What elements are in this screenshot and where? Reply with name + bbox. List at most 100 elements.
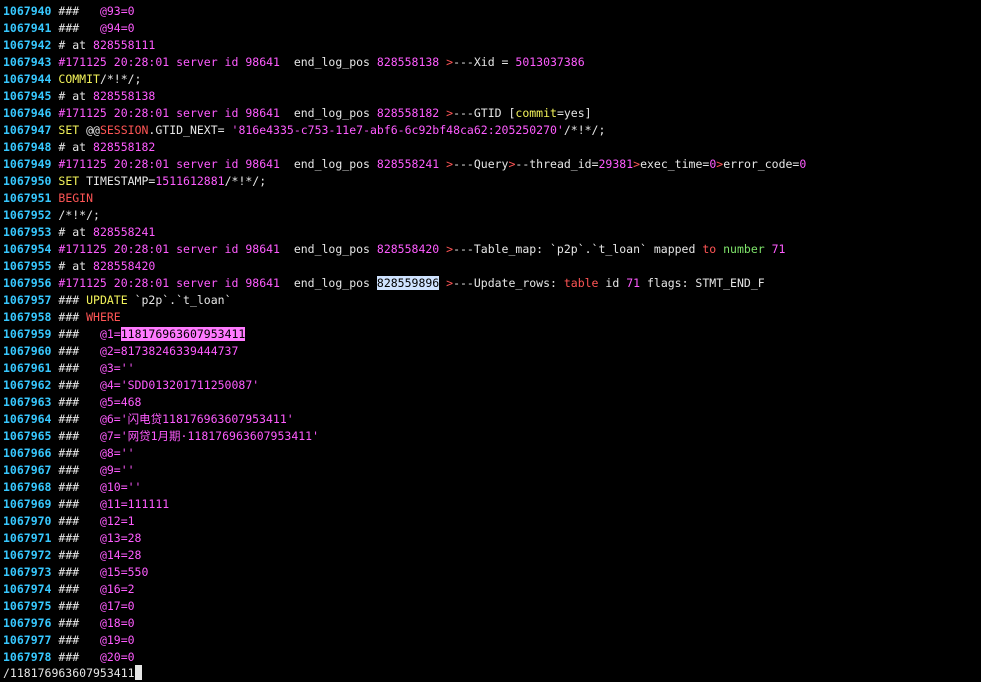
code-segment: ### <box>51 480 100 494</box>
code-segment: > <box>439 55 454 69</box>
code-segment: /*!*/; <box>51 208 100 222</box>
buffer-line[interactable]: 1067952 /*!*/; <box>3 207 981 224</box>
code-segment: @17=0 <box>99 599 135 613</box>
buffer-line[interactable]: 1067971 ### @13=28 <box>3 530 981 547</box>
line-number: 1067970 <box>3 514 52 528</box>
code-segment: to <box>702 242 717 256</box>
buffer-line[interactable]: 1067967 ### @9='' <box>3 462 981 479</box>
code-segment: @10='' <box>99 480 142 494</box>
text-cursor <box>134 665 142 680</box>
code-segment: @2=81738246339444737 <box>99 344 239 358</box>
line-number: 1067975 <box>3 599 52 613</box>
code-segment: 828558138 <box>376 55 440 69</box>
buffer-line[interactable]: 1067964 ### @6='闪电贷118176963607953411' <box>3 411 981 428</box>
buffer-line[interactable]: 1067972 ### @14=28 <box>3 547 981 564</box>
code-segment: @15=550 <box>99 565 149 579</box>
code-segment: 71 <box>764 242 786 256</box>
buffer-line[interactable]: 1067977 ### @19=0 <box>3 632 981 649</box>
code-segment: end_log_pos <box>279 157 377 171</box>
buffer-line[interactable]: 1067944 COMMIT/*!*/; <box>3 71 981 88</box>
line-number: 1067977 <box>3 633 52 647</box>
buffer-line[interactable]: 1067976 ### @18=0 <box>3 615 981 632</box>
code-segment: @94=0 <box>99 21 135 35</box>
buffer-line[interactable]: 1067960 ### @2=81738246339444737 <box>3 343 981 360</box>
buffer-line[interactable]: 1067968 ### @10='' <box>3 479 981 496</box>
code-segment: # at <box>51 89 94 103</box>
buffer-line[interactable]: 1067962 ### @4='SDD013201711250087' <box>3 377 981 394</box>
code-segment: 828558138 <box>93 89 156 103</box>
line-number: 1067950 <box>3 174 52 188</box>
buffer-line[interactable]: 1067959 ### @1=118176963607953411 <box>3 326 981 343</box>
buffer-line[interactable]: 1067954 #171125 20:28:01 server id 98641… <box>3 241 981 258</box>
code-segment: 828558241 <box>376 157 440 171</box>
code-segment: ### <box>51 412 100 426</box>
buffer-line[interactable]: 1067975 ### @17=0 <box>3 598 981 615</box>
buffer-line[interactable]: 1067949 #171125 20:28:01 server id 98641… <box>3 156 981 173</box>
buffer-line[interactable]: 1067943 #171125 20:28:01 server id 98641… <box>3 54 981 71</box>
search-command-text: /118176963607953411 <box>3 666 135 680</box>
line-number: 1067961 <box>3 361 52 375</box>
buffer-line[interactable]: 1067948 # at 828558182 <box>3 139 981 156</box>
buffer-line[interactable]: 1067951 BEGIN <box>3 190 981 207</box>
buffer-line[interactable]: 1067969 ### @11=111111 <box>3 496 981 513</box>
line-number: 1067968 <box>3 480 52 494</box>
code-segment: 828558182 <box>93 140 156 154</box>
line-number: 1067959 <box>3 327 52 341</box>
vim-text-buffer[interactable]: 1067940 ### @93=0 1067941 ### @94=0 106794… <box>3 3 981 666</box>
buffer-line[interactable]: 1067956 #171125 20:28:01 server id 98641… <box>3 275 981 292</box>
code-segment: commit <box>515 106 557 120</box>
code-segment: @93=0 <box>99 4 135 18</box>
terminal-window[interactable]: 1067940 ### @93=0 1067941 ### @94=0 106794… <box>0 0 981 682</box>
buffer-line[interactable]: 1067942 # at 828558111 <box>3 37 981 54</box>
line-number: 1067966 <box>3 446 52 460</box>
buffer-line[interactable]: 1067970 ### @12=1 <box>3 513 981 530</box>
buffer-line[interactable]: 1067950 SET TIMESTAMP=1511612881/*!*/; <box>3 173 981 190</box>
buffer-line[interactable]: 1067957 ### UPDATE `p2p`.`t_loan` <box>3 292 981 309</box>
line-number: 1067947 <box>3 123 52 137</box>
buffer-line[interactable]: 1067947 SET @@SESSION.GTID_NEXT= '816e43… <box>3 122 981 139</box>
line-number: 1067952 <box>3 208 52 222</box>
buffer-line[interactable]: 1067978 ### @20=0 <box>3 649 981 666</box>
buffer-line[interactable]: 1067961 ### @3='' <box>3 360 981 377</box>
code-segment: end_log_pos <box>279 106 377 120</box>
buffer-line[interactable]: 1067965 ### @7='网贷1月期·118176963607953411… <box>3 428 981 445</box>
code-segment: 98641 <box>245 106 280 120</box>
code-segment: ### <box>51 293 87 307</box>
code-segment: @13=28 <box>99 531 142 545</box>
code-segment: #171125 20:28:01 server id <box>51 55 246 69</box>
code-segment: # at <box>51 225 94 239</box>
line-number: 1067953 <box>3 225 52 239</box>
buffer-line[interactable]: 1067940 ### @93=0 <box>3 3 981 20</box>
code-segment: ---GTID [ <box>453 106 516 120</box>
buffer-line[interactable]: 1067973 ### @15=550 <box>3 564 981 581</box>
code-segment: @14=28 <box>99 548 142 562</box>
line-number: 1067946 <box>3 106 52 120</box>
line-number: 1067948 <box>3 140 52 154</box>
buffer-line[interactable]: 1067941 ### @94=0 <box>3 20 981 37</box>
code-segment: @16=2 <box>99 582 135 596</box>
code-segment: 5013037386 <box>515 55 585 69</box>
code-segment: SET <box>51 123 87 137</box>
line-number: 1067945 <box>3 89 52 103</box>
code-segment: ### <box>51 531 100 545</box>
code-segment: @8='' <box>99 446 135 460</box>
code-segment: 828558420 <box>93 259 156 273</box>
buffer-line[interactable]: 1067963 ### @5=468 <box>3 394 981 411</box>
line-number: 1067943 <box>3 55 52 69</box>
code-segment: @20=0 <box>99 650 135 664</box>
code-segment: ### <box>51 548 100 562</box>
buffer-line[interactable]: 1067955 # at 828558420 <box>3 258 981 275</box>
buffer-line[interactable]: 1067958 ### WHERE <box>3 309 981 326</box>
buffer-line[interactable]: 1067945 # at 828558138 <box>3 88 981 105</box>
buffer-line[interactable]: 1067953 # at 828558241 <box>3 224 981 241</box>
code-segment: ### <box>51 361 100 375</box>
buffer-line[interactable]: 1067974 ### @16=2 <box>3 581 981 598</box>
line-number: 1067960 <box>3 344 52 358</box>
vim-command-line[interactable]: /118176963607953411 <box>3 665 142 682</box>
buffer-line[interactable]: 1067946 #171125 20:28:01 server id 98641… <box>3 105 981 122</box>
code-segment: @6='闪电贷118176963607953411' <box>99 412 294 426</box>
buffer-line[interactable]: 1067966 ### @8='' <box>3 445 981 462</box>
code-segment: @1= <box>99 327 121 341</box>
line-number: 1067962 <box>3 378 52 392</box>
code-segment: number <box>723 242 765 256</box>
